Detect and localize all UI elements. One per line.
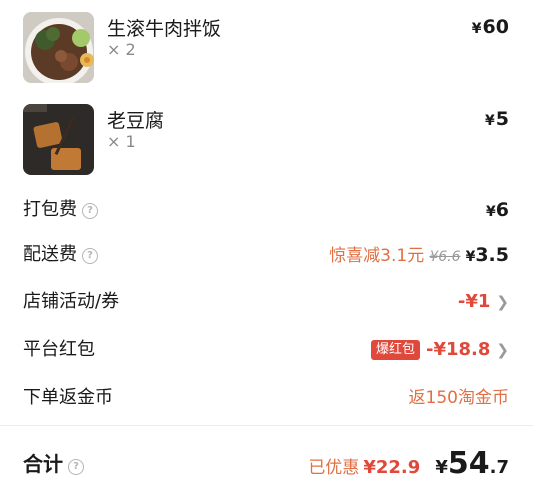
total-amount: 已优惠 ¥22.9 ¥54.7 xyxy=(308,446,509,486)
currency-symbol: ¥ xyxy=(485,113,495,129)
currency-symbol: ¥ xyxy=(471,21,482,37)
tofu-image[interactable] xyxy=(23,104,94,175)
delivery-fee-row: 配送费? 惊喜减3.1元 ¥6.6 ¥3.5 xyxy=(0,240,533,270)
chevron-right-icon[interactable]: ❯ xyxy=(496,293,509,311)
packaging-fee-value: 6 xyxy=(495,199,509,221)
store-coupon-label: 店铺活动/券 xyxy=(23,291,120,312)
chevron-right-icon[interactable]: ❯ xyxy=(496,341,509,359)
store-coupon-row[interactable]: 店铺活动/券 -¥1 ❯ xyxy=(0,287,533,317)
total-amount-dec: .7 xyxy=(489,457,509,478)
item-name: 老豆腐 xyxy=(107,110,165,132)
total-amount-int: 54 xyxy=(447,446,490,481)
item-price: ¥5 xyxy=(485,108,509,130)
currency-symbol: ¥ xyxy=(486,204,496,220)
divider xyxy=(0,425,533,426)
packaging-fee-amount: ¥6 xyxy=(486,195,509,227)
platform-redpacket-label: 平台红包 xyxy=(23,339,95,360)
order-item: 生滚牛肉拌饭 × 2 ¥60 xyxy=(0,12,533,87)
packaging-fee-row: 打包费? ¥6 xyxy=(0,195,533,225)
total-row: 合计? 已优惠 ¥22.9 ¥54.7 xyxy=(0,446,533,482)
help-icon[interactable]: ? xyxy=(82,203,98,219)
saved-amount: ¥22.9 xyxy=(363,457,421,478)
coins-label: 下单返金币 xyxy=(23,387,113,408)
fee-label: 配送费? xyxy=(23,240,98,270)
beef-rice-image[interactable] xyxy=(23,12,94,83)
saved-label: 已优惠 xyxy=(308,458,360,478)
delivery-promo-text: 惊喜减3.1元 xyxy=(329,246,425,266)
platform-redpacket-row[interactable]: 平台红包 爆红包 -¥18.8 ❯ xyxy=(0,335,533,365)
delivery-fee-amount: 惊喜减3.1元 ¥6.6 ¥3.5 xyxy=(329,240,509,272)
currency-symbol: ¥ xyxy=(465,249,476,265)
help-icon[interactable]: ? xyxy=(68,459,84,475)
platform-redpacket-value: -¥18.8 xyxy=(426,339,491,360)
total-label: 合计 xyxy=(23,452,63,476)
delivery-fee-label: 配送费 xyxy=(23,244,77,265)
hot-redpacket-badge: 爆红包 xyxy=(371,340,421,360)
coins-row: 下单返金币 返150淘金币 xyxy=(0,383,533,413)
fee-label: 打包费? xyxy=(23,195,98,225)
delivery-fee-value: 3.5 xyxy=(475,244,509,266)
coins-reward-text: 返150淘金币 xyxy=(408,388,509,408)
delivery-original-price: ¥6.6 xyxy=(429,249,461,265)
order-item: 老豆腐 × 1 ¥5 xyxy=(0,104,533,179)
help-icon[interactable]: ? xyxy=(82,248,98,264)
item-price-value: 60 xyxy=(482,16,509,38)
packaging-fee-label: 打包费 xyxy=(23,199,77,220)
item-quantity: × 2 xyxy=(107,40,136,59)
item-price: ¥60 xyxy=(472,16,509,38)
item-quantity: × 1 xyxy=(107,132,136,151)
total-label-wrap: 合计? xyxy=(23,446,84,482)
platform-redpacket-amount: 爆红包 -¥18.8 ❯ xyxy=(371,335,509,365)
item-name: 生滚牛肉拌饭 xyxy=(107,18,222,40)
currency-symbol: ¥ xyxy=(435,457,448,478)
store-coupon-amount: -¥1 ❯ xyxy=(458,287,509,317)
item-price-value: 5 xyxy=(495,108,509,130)
store-coupon-value: -¥1 xyxy=(457,291,491,312)
coins-value: 返150淘金币 xyxy=(409,383,509,413)
